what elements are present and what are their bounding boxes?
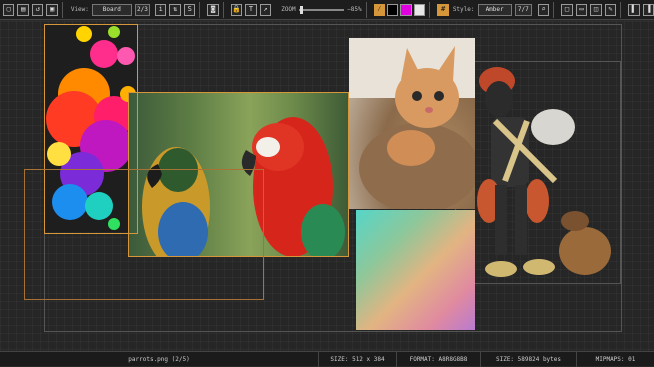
status-filename: parrots.png (2/5): [128, 355, 190, 363]
window-icon[interactable]: □: [561, 3, 573, 16]
shuffle-icon[interactable]: S: [183, 3, 196, 16]
kitten-artwork: [349, 38, 475, 209]
transparency-toggle-icon[interactable]: ⁄: [373, 3, 385, 16]
separator: [222, 1, 224, 18]
lock-icon[interactable]: 🔒: [230, 3, 243, 16]
status-mipmaps: MIPMAPS: 01: [576, 351, 654, 367]
separator: [199, 1, 201, 18]
style-label: Style:: [452, 6, 475, 13]
status-bar: parrots.png (2/5) SIZE: 512 x 384 FORMAT…: [0, 351, 654, 367]
board-canvas[interactable]: [0, 21, 654, 351]
top-toolbar: ▢ ▤ ↺ ▣ View: Board 2/3 i ⇅ S ◙ 🔒 T ↗ ZO…: [0, 0, 654, 20]
compare-icon[interactable]: ◫: [590, 3, 602, 16]
style-select[interactable]: Amber: [477, 3, 512, 16]
style-page-indicator: 7/7: [514, 3, 532, 16]
panel-left-icon[interactable]: ▌: [628, 3, 640, 16]
brush-icon[interactable]: ✎: [604, 3, 617, 16]
swatch-white[interactable]: [413, 3, 426, 16]
text-tool-icon[interactable]: T: [245, 3, 257, 16]
tile-icon[interactable]: ▭: [575, 3, 588, 16]
status-size: SIZE: 512 x 384: [318, 351, 396, 367]
separator: [61, 1, 63, 18]
status-bytes: SIZE: 589824 bytes: [480, 351, 576, 367]
folder-icon[interactable]: ▤: [17, 3, 29, 16]
pick-tool-icon[interactable]: ↗: [259, 3, 272, 16]
separator: [620, 1, 622, 18]
view-select[interactable]: Board: [91, 3, 132, 16]
zoom-label: ZOOM: [281, 6, 296, 13]
gradient-image[interactable]: [356, 210, 475, 330]
view-page-indicator: 2/3: [134, 3, 151, 16]
fit-icon[interactable]: ◙: [207, 3, 219, 16]
separator: [365, 1, 367, 18]
sort-icon[interactable]: ⇅: [169, 3, 181, 16]
separator: [553, 1, 555, 18]
edit-style-icon[interactable]: ⌕: [537, 3, 550, 16]
info-icon[interactable]: i: [155, 3, 167, 16]
reload-icon[interactable]: ↺: [31, 3, 44, 16]
character-image[interactable]: [465, 61, 615, 285]
frame-selection-outline: [24, 169, 264, 300]
zoom-value: −85%: [347, 6, 362, 13]
grid-icon[interactable]: #: [437, 3, 449, 16]
zoom-slider[interactable]: [298, 5, 345, 14]
zoom-slider-knob[interactable]: [299, 5, 303, 14]
separator: [429, 1, 431, 18]
status-format: FORMAT: A8R8G8B8: [396, 351, 480, 367]
save-icon[interactable]: ▣: [46, 3, 58, 16]
open-file-icon[interactable]: ▢: [3, 3, 15, 16]
panel-right-icon[interactable]: ▐: [642, 3, 654, 16]
swatch-black[interactable]: [386, 3, 399, 16]
swatch-magenta[interactable]: [400, 3, 412, 16]
kitten-image[interactable]: [349, 38, 475, 209]
view-label: View:: [70, 6, 89, 13]
character-artwork: [477, 67, 611, 277]
